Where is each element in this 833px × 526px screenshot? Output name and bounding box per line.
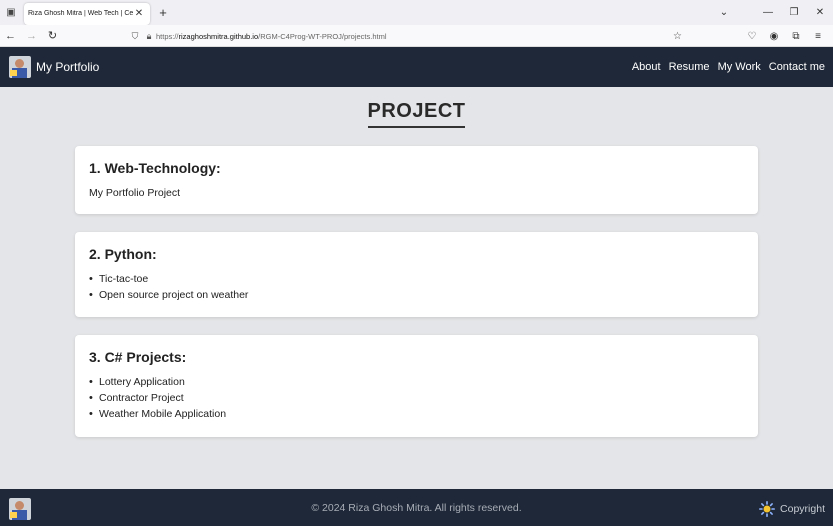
lock-icon[interactable]: 🔒︎ <box>142 31 156 42</box>
nav-links: About Resume My Work Contact me <box>624 47 825 87</box>
main-content: PROJECT 1. Web-Technology: My Portfolio … <box>0 87 833 489</box>
account-icon[interactable]: ◉ <box>763 31 785 42</box>
card-heading: 3. C# Projects: <box>89 349 187 365</box>
site-footer: © 2024 Riza Ghosh Mitra. All rights rese… <box>0 489 833 526</box>
nav-contact[interactable]: Contact me <box>769 61 825 73</box>
restore-icon[interactable]: ❐ <box>781 7 807 18</box>
footer-copyright-link[interactable]: Copyright <box>759 501 825 517</box>
back-arrow-icon[interactable]: ← <box>0 30 21 42</box>
site-navbar: My Portfolio About Resume My Work Contac… <box>0 47 833 87</box>
extensions-icon[interactable]: ⧉ <box>785 31 807 42</box>
nav-my-work[interactable]: My Work <box>718 61 761 73</box>
reload-icon[interactable]: ↻ <box>42 29 63 42</box>
list-item: Tic-tac-toe <box>89 271 744 287</box>
card-heading: 1. Web-Technology: <box>89 160 221 176</box>
brand-logo-icon[interactable] <box>9 56 31 78</box>
url-prefix: https:// <box>156 31 179 41</box>
forward-arrow-icon[interactable]: → <box>21 30 42 42</box>
chevron-down-icon[interactable]: ⌄ <box>711 7 737 18</box>
bookmark-star-icon[interactable]: ☆ <box>673 31 682 42</box>
copyright-label: Copyright <box>780 503 825 515</box>
pocket-icon[interactable]: ♡ <box>741 31 763 42</box>
page-title: PROJECT <box>0 100 833 128</box>
shield-icon[interactable]: ⛉ <box>128 31 142 42</box>
card-heading: 2. Python: <box>89 246 157 262</box>
footer-copyright-text: © 2024 Riza Ghosh Mitra. All rights rese… <box>311 502 522 514</box>
sun-icon <box>759 501 776 517</box>
menu-icon[interactable]: ≡ <box>807 31 829 42</box>
url-path: /RGM-C4Prog-WT-PROJ/projects.html <box>258 31 387 41</box>
nav-resume[interactable]: Resume <box>669 61 710 73</box>
list-item: Contractor Project <box>89 390 744 406</box>
tab-list-icon[interactable]: ▣ <box>0 0 22 25</box>
project-card-python: 2. Python: Tic-tac-toe Open source proje… <box>75 232 758 317</box>
tab-title: Riza Ghosh Mitra | Web Tech | Cert <box>28 10 133 17</box>
list-item: Lottery Application <box>89 374 744 390</box>
project-card-web-tech: 1. Web-Technology: My Portfolio Project <box>75 146 758 214</box>
project-card-csharp: 3. C# Projects: Lottery Application Cont… <box>75 335 758 437</box>
list-item: Open source project on weather <box>89 287 744 303</box>
toolbar-right-icons: ♡ ◉ ⧉ ≡ <box>741 25 829 47</box>
new-tab-icon[interactable]: + <box>152 5 174 20</box>
brand-link[interactable]: My Portfolio <box>36 60 99 74</box>
url-host: rizaghoshmitra.github.io <box>178 31 259 41</box>
project-list: Lottery Application Contractor Project W… <box>89 374 744 422</box>
window-controls: ⌄ — ❐ ✕ <box>711 0 833 25</box>
close-tab-icon[interactable]: ✕ <box>133 8 145 19</box>
list-item: Weather Mobile Application <box>89 406 744 422</box>
browser-toolbar: ← → ↻ ⛉ 🔒︎ https://rizaghoshmitra.github… <box>0 25 833 47</box>
browser-tab-bar: ▣ Riza Ghosh Mitra | Web Tech | Cert ✕ +… <box>0 0 833 25</box>
browser-tab[interactable]: Riza Ghosh Mitra | Web Tech | Cert ✕ <box>24 2 150 25</box>
project-list: Tic-tac-toe Open source project on weath… <box>89 271 744 303</box>
address-bar[interactable]: ⛉ 🔒︎ https://rizaghoshmitra.github.io/RG… <box>128 28 690 44</box>
card-text: My Portfolio Project <box>89 187 181 199</box>
close-window-icon[interactable]: ✕ <box>807 7 833 18</box>
minimize-icon[interactable]: — <box>755 7 781 18</box>
nav-about[interactable]: About <box>632 61 661 73</box>
